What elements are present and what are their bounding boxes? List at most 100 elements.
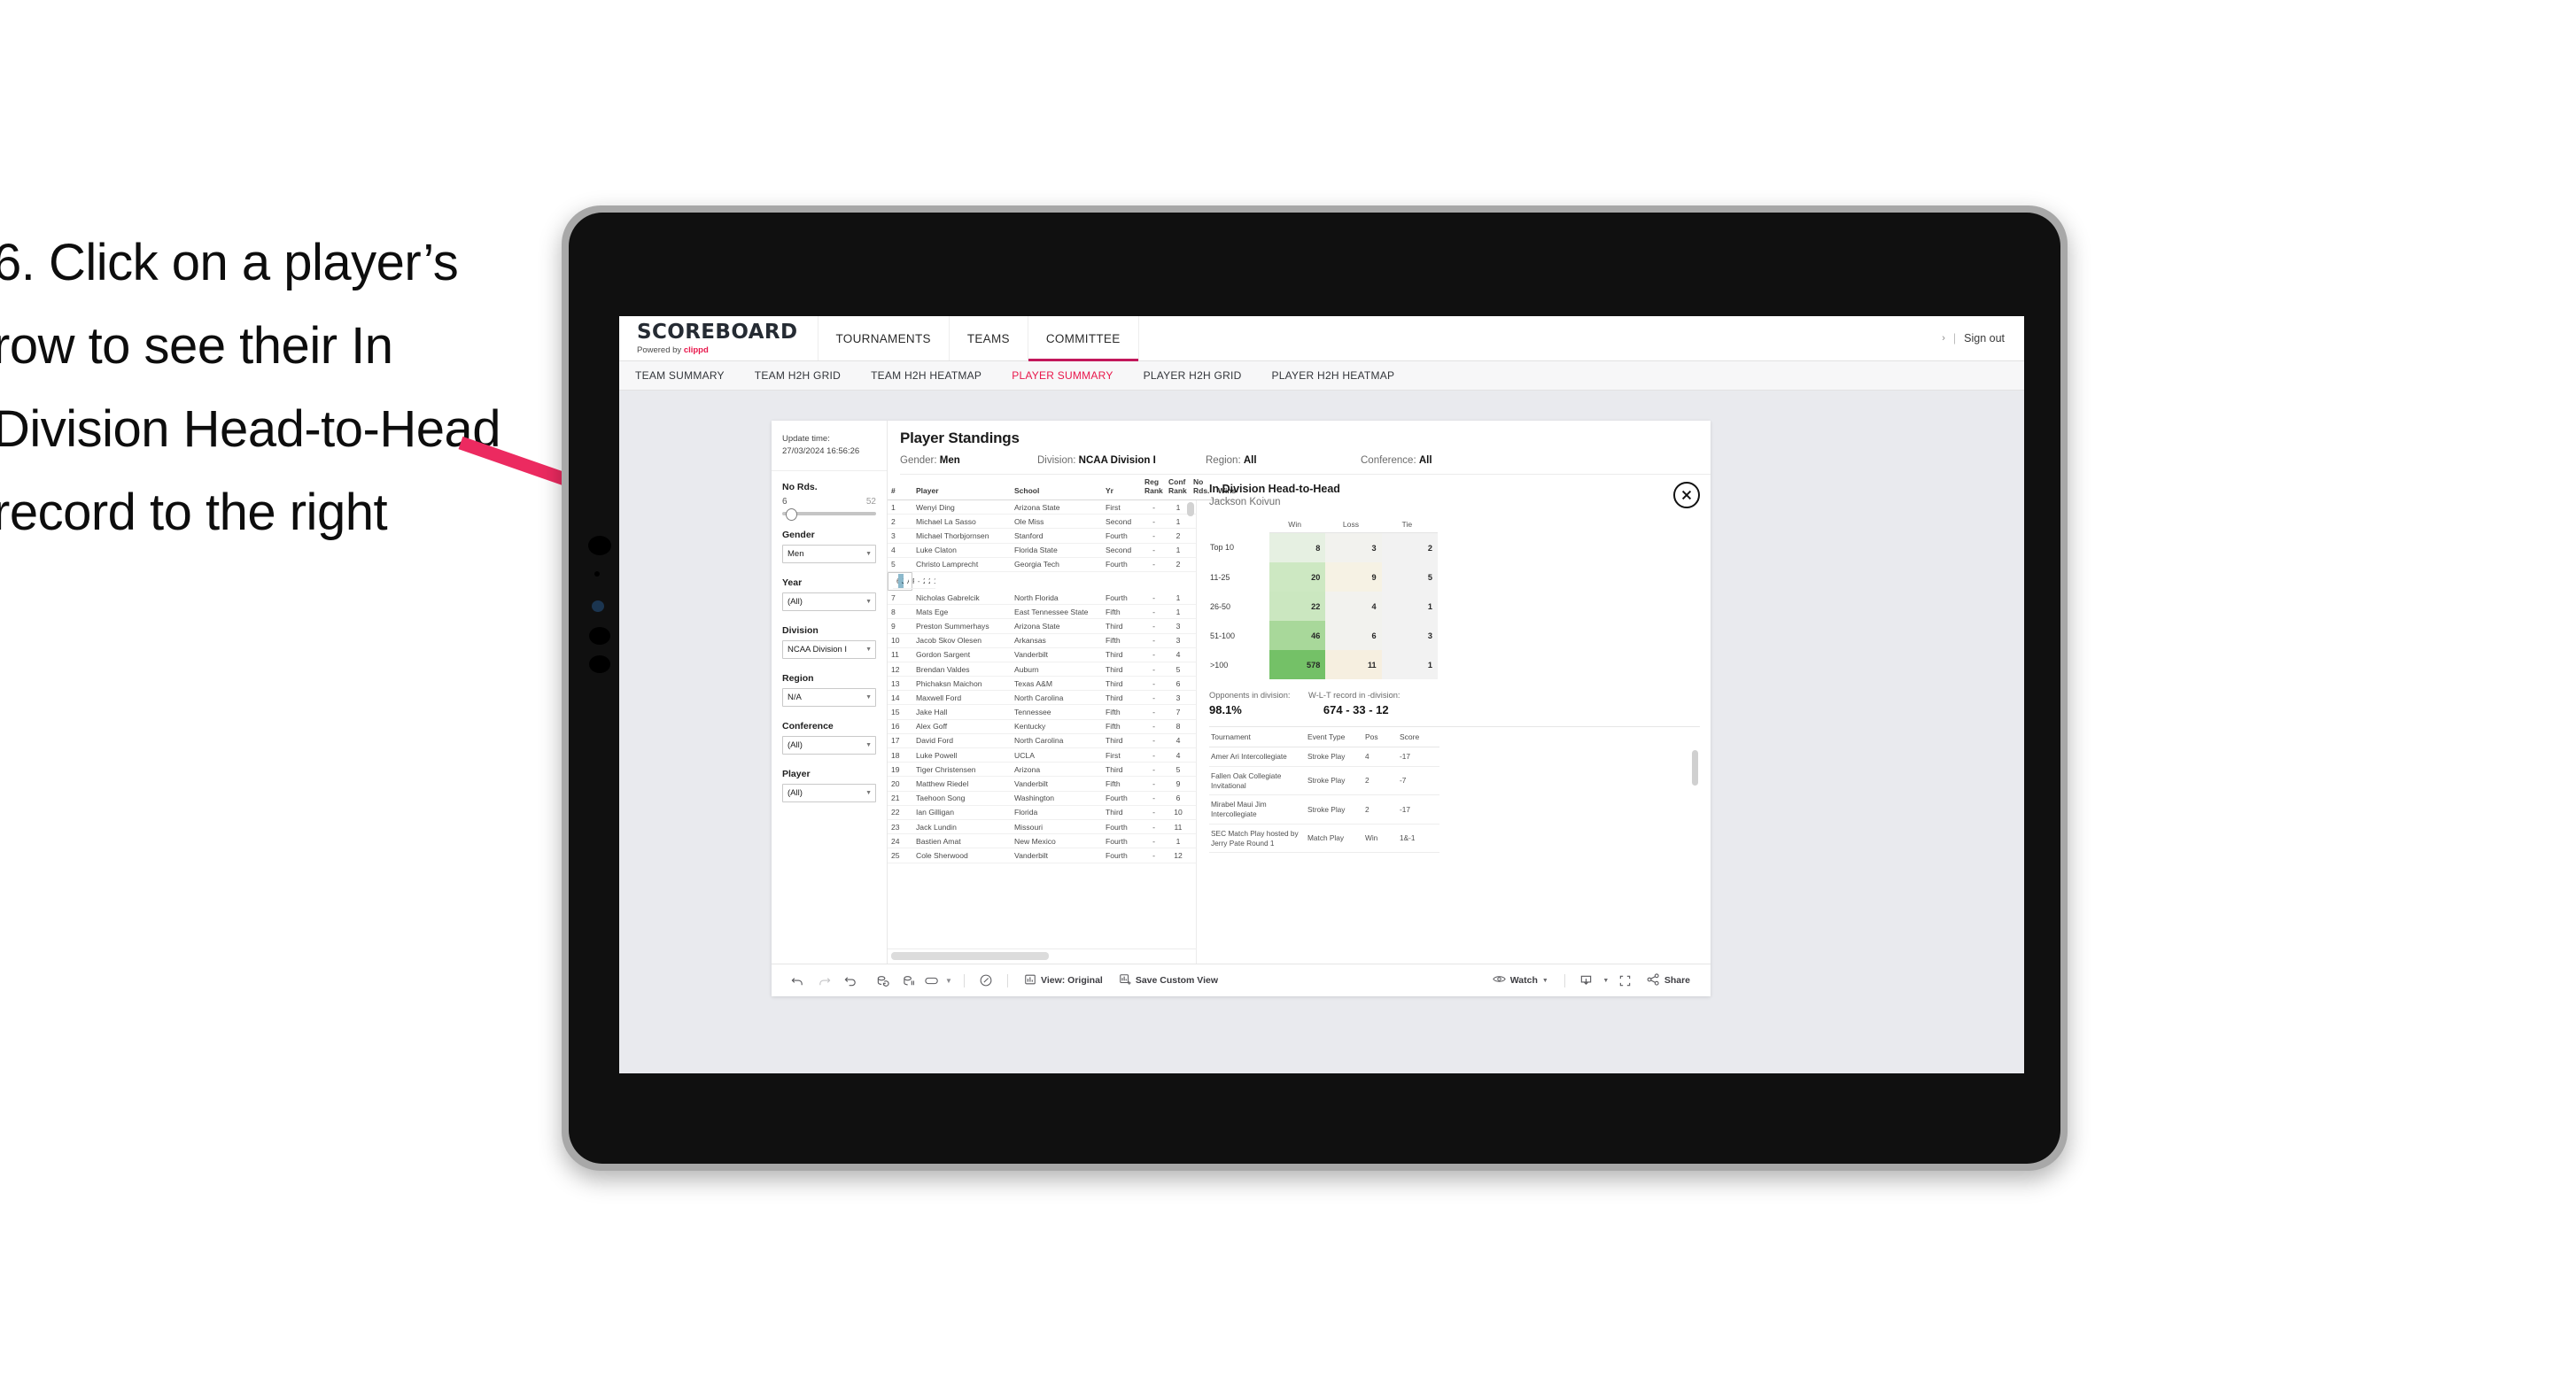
horizontal-scrollbar[interactable]	[891, 952, 1049, 960]
chevron-down-icon[interactable]: ▼	[1600, 978, 1612, 984]
cell-school: East Tennessee State	[1011, 604, 1102, 620]
table-row[interactable]: 3Michael ThorbjornsenStanfordFourth-291	[888, 528, 1196, 544]
h2h-player-name: Jackson Koivun	[1209, 497, 1281, 507]
select-division[interactable]: NCAA Division I ▼	[782, 639, 876, 659]
h2h-cell-loss[interactable]: 9	[1325, 562, 1382, 592]
col-reg-rank[interactable]: Reg Rank	[1141, 475, 1165, 501]
tournament-row[interactable]: SEC Match Play hosted by Jerry Pate Roun…	[1209, 824, 1439, 854]
alerts-icon[interactable]	[973, 973, 999, 987]
h2h-cell-loss[interactable]: 3	[1325, 532, 1382, 562]
nav-tab-tournaments[interactable]: TOURNAMENTS	[819, 316, 950, 360]
table-row[interactable]: 19Tiger ChristensenArizonaThird-5232	[888, 762, 1196, 778]
tournament-row[interactable]: Mirabel Maui Jim Intercollegiate Stroke P…	[1209, 794, 1439, 825]
h2h-cell-tie[interactable]: 3	[1381, 621, 1438, 650]
col-conf-rank[interactable]: Conf Rank	[1165, 475, 1190, 501]
chevron-right-icon[interactable]: ›	[1942, 333, 1945, 344]
table-row[interactable]: 7 Nicholas Gabrelcik North Florida Fourth -1…	[888, 590, 1196, 606]
vertical-scrollbar[interactable]	[1187, 502, 1194, 517]
select-player[interactable]: (All) ▼	[782, 783, 876, 802]
h2h-cell-loss[interactable]: 4	[1325, 592, 1382, 621]
h2h-cell-win[interactable]: 20	[1269, 562, 1326, 592]
table-row[interactable]: 1Wenyi DingArizona StateFirst-1151	[888, 500, 1196, 515]
download-icon[interactable]	[1573, 974, 1600, 987]
col-school[interactable]: School	[1011, 475, 1102, 501]
table-row[interactable]: 17David FordNorth CarolinaThird-4211	[888, 733, 1196, 749]
tab-player-h2h-heatmap[interactable]: PLAYER H2H HEATMAP	[1272, 369, 1395, 382]
tab-player-h2h-grid[interactable]: PLAYER H2H GRID	[1144, 369, 1242, 382]
nav-tab-teams[interactable]: TEAMS	[950, 316, 1028, 360]
table-row[interactable]: 11Gordon SargentVanderbiltThird-4210	[888, 647, 1196, 662]
table-row[interactable]: 12Brendan ValdesAuburnThird-5270	[888, 662, 1196, 678]
select-gender[interactable]: Men ▼	[782, 544, 876, 563]
table-row[interactable]: 13Phichaksn MaichonTexas A&MThird-6301	[888, 676, 1196, 692]
col-player[interactable]: Player	[912, 475, 1011, 501]
h2h-cell-win[interactable]: 8	[1269, 532, 1326, 562]
undo-icon[interactable]	[784, 974, 811, 987]
tournament-row[interactable]: Fallen Oak Collegiate Invitational Stroke…	[1209, 766, 1439, 796]
cell-conf-rank: 10	[1165, 805, 1190, 820]
slider-handle[interactable]	[786, 507, 797, 521]
save-custom-view-button[interactable]: Save Custom View	[1111, 973, 1226, 988]
tournament-scrollbar[interactable]	[1692, 750, 1698, 786]
filter-label-gender: Gender	[782, 529, 815, 540]
watch-button[interactable]: Watch ▼	[1485, 974, 1556, 987]
sign-out-link[interactable]: Sign out	[1964, 332, 2005, 345]
table-row[interactable]: 18Luke PowellUCLAFirst-4241	[888, 747, 1196, 763]
h2h-cell-tie[interactable]: 1	[1381, 592, 1438, 621]
nav-tab-committee[interactable]: COMMITTEE	[1028, 316, 1139, 361]
tab-team-h2h-grid[interactable]: TEAM H2H GRID	[755, 369, 841, 382]
horizontal-scrollbar-area[interactable]	[888, 949, 1196, 964]
view-original-button[interactable]: View: Original	[1016, 973, 1111, 988]
h2h-cell-win[interactable]: 578	[1269, 650, 1326, 679]
table-row[interactable]: 14Maxwell FordNorth CarolinaThird-3230	[888, 690, 1196, 706]
table-row[interactable]: 9Preston SummerhaysArizona StateThird-32…	[888, 618, 1196, 634]
select-region[interactable]: N/A ▼	[782, 687, 876, 707]
h2h-cell-win[interactable]: 46	[1269, 621, 1326, 650]
tab-team-h2h-heatmap[interactable]: TEAM H2H HEATMAP	[871, 369, 982, 382]
table-row[interactable]: 2Michael La SassoOle MissSecond-1180	[888, 514, 1196, 530]
tab-team-summary[interactable]: TEAM SUMMARY	[635, 369, 725, 382]
h2h-cell-win[interactable]: 22	[1269, 592, 1326, 621]
col-rank[interactable]: #	[888, 475, 912, 501]
table-row[interactable]: 15Jake HallTennesseeFifth-7180	[888, 704, 1196, 720]
table-row[interactable]: 22Ian GilliganFloridaThird-10241	[888, 805, 1196, 820]
table-row[interactable]: 16Alex GoffKentuckyFifth-8190	[888, 719, 1196, 734]
table-row[interactable]: 20Matthew RiedelVanderbiltFifth-9230	[888, 776, 1196, 792]
highlight-icon[interactable]	[922, 976, 942, 986]
chevron-down-icon[interactable]: ▼	[942, 977, 956, 985]
table-row[interactable]: 4Luke ClatonFlorida StateSecond-1272	[888, 543, 1196, 558]
share-button[interactable]: Share	[1639, 972, 1698, 988]
table-row[interactable]: 25Cole SherwoodVanderbiltFourth-12231	[888, 848, 1196, 863]
cell-rank: 8	[888, 604, 912, 620]
refresh-data-icon[interactable]	[869, 974, 896, 987]
table-row[interactable]: 24Bastien AmatNew MexicoFourth-1272	[888, 833, 1196, 849]
table-row[interactable]: 8Mats EgeEast Tennessee StateFifth-1242	[888, 604, 1196, 620]
h2h-cell-tie[interactable]: 1	[1381, 650, 1438, 679]
h2h-cell-loss[interactable]: 11	[1325, 650, 1382, 679]
h2h-cell-loss[interactable]: 6	[1325, 621, 1382, 650]
table-row[interactable]: 21Taehoon SongWashingtonFourth-6231	[888, 791, 1196, 806]
table-row[interactable]: 10Jacob Skov OlesenArkansasFifth-3230	[888, 633, 1196, 648]
h2h-cell-tie[interactable]: 2	[1381, 532, 1438, 562]
slider-min: 6	[782, 496, 788, 507]
pause-updates-icon[interactable]	[896, 974, 922, 987]
slider-track[interactable]	[782, 507, 876, 521]
select-year[interactable]: (All) ▼	[782, 592, 876, 611]
h2h-cell-tie[interactable]: 5	[1381, 562, 1438, 592]
cell-no-rds: 27	[1190, 662, 1196, 678]
table-row[interactable]: 5Christo LamprechtGeorgia TechFourth-221…	[888, 557, 1196, 572]
tournament-results-area[interactable]: Tournament Event Type Pos Score Amer Ari…	[1209, 726, 1700, 964]
select-conference[interactable]: (All) ▼	[782, 735, 876, 755]
standings-scroll-area[interactable]: 1Wenyi DingArizona StateFirst-11512Micha…	[888, 500, 1196, 949]
tournament-row[interactable]: Amer Ari Intercollegiate Stroke Play 4 -17	[1209, 747, 1439, 767]
redo-icon[interactable]	[811, 974, 837, 987]
table-row[interactable]: 23Jack LundinMissouriFourth-11240	[888, 819, 1196, 835]
table-row[interactable]: 6Jackson KoivunAuburnFirst-2271	[888, 571, 935, 591]
filter-summary-region: Region: All	[1206, 455, 1257, 466]
tab-player-summary[interactable]: PLAYER SUMMARY	[1012, 369, 1113, 382]
chevron-down-icon: ▼	[865, 550, 872, 557]
close-icon[interactable]	[1673, 482, 1700, 508]
fullscreen-icon[interactable]	[1612, 974, 1639, 987]
revert-icon[interactable]	[837, 974, 864, 987]
col-yr[interactable]: Yr	[1102, 475, 1141, 501]
